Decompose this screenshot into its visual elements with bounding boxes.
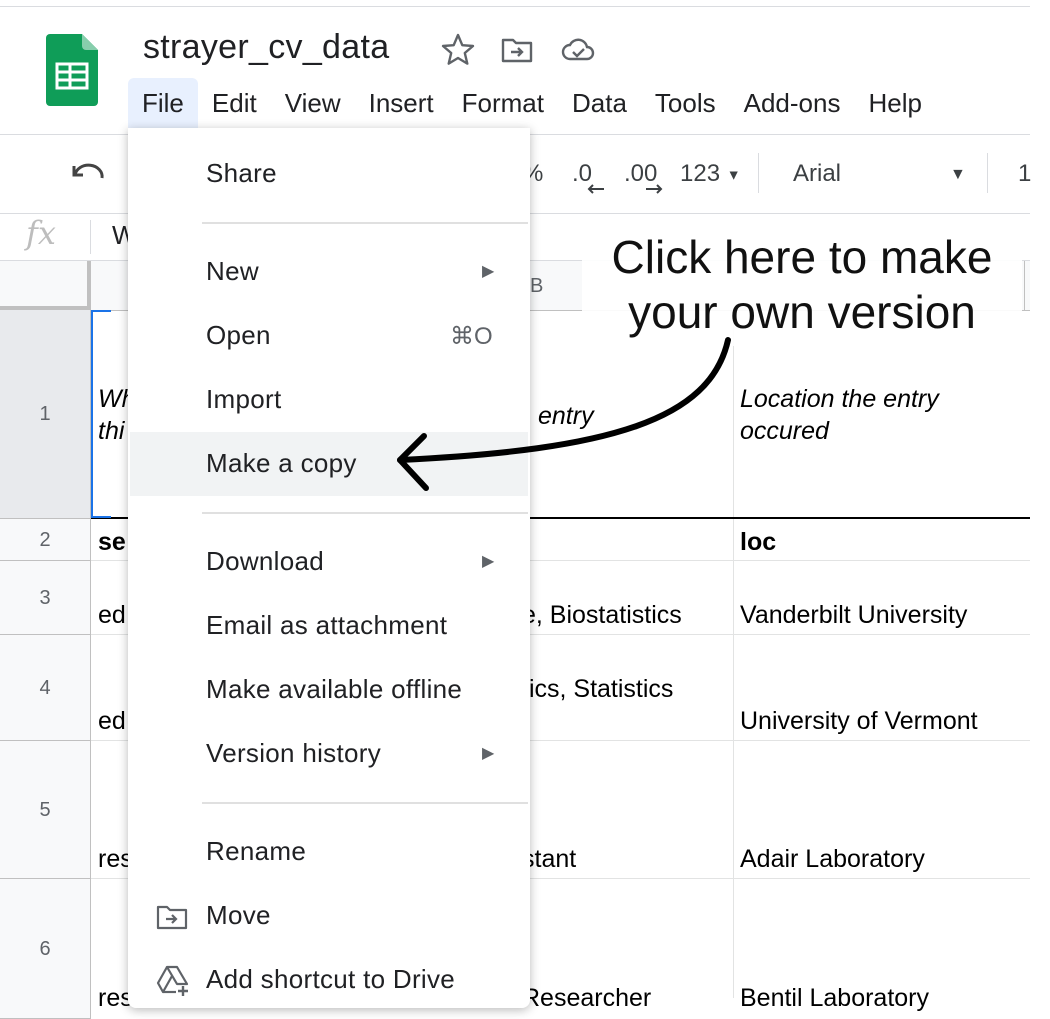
column-header-divider [1024, 261, 1025, 310]
menu-add-ons[interactable]: Add-ons [730, 78, 855, 128]
file-menu-dropdown [128, 128, 530, 1008]
row-header-5[interactable]: 5 [0, 741, 91, 879]
menu-format[interactable]: Format [448, 78, 558, 128]
menu-item-make-a-copy[interactable]: Make a copy [206, 448, 357, 479]
menu-item-make-available-offline[interactable]: Make available offline [206, 674, 462, 705]
undo-icon[interactable] [70, 162, 106, 186]
cell-b6[interactable]: Researcher [522, 984, 651, 1013]
submenu-arrow-icon: ▶ [482, 553, 495, 570]
top-border [0, 6, 1030, 7]
document-title[interactable]: strayer_cv_data [143, 28, 389, 67]
submenu-arrow-icon: ▶ [482, 745, 495, 762]
annotation-callout: Click here to make your own version [582, 226, 1022, 346]
menu-item-import[interactable]: Import [206, 384, 281, 415]
annotation-arrow-icon [397, 337, 731, 491]
cell-b4[interactable]: tics, Statistics [522, 675, 673, 704]
cell-a1-line2[interactable]: thi [98, 417, 124, 446]
increase-decimal-label: .00 [624, 160, 658, 187]
cell-c3[interactable]: Vanderbilt University [740, 601, 967, 630]
menu-divider [202, 512, 528, 514]
decrease-decimal-button[interactable]: .0 [572, 160, 604, 194]
menu-divider [202, 802, 528, 804]
cell-a3[interactable]: ed [98, 601, 126, 630]
annotation-line-1: Click here to make [611, 231, 993, 283]
arrow-left-icon [587, 184, 604, 194]
formula-bar-divider [90, 220, 91, 254]
toolbar-divider [758, 153, 759, 193]
menu-item-share[interactable]: Share [206, 158, 277, 189]
cell-c1-line2[interactable]: occured [740, 417, 829, 446]
arrow-right-icon [646, 184, 663, 194]
menu-data[interactable]: Data [558, 78, 641, 128]
menu-edit[interactable]: Edit [198, 78, 271, 128]
dropdown-caret-icon: ▼ [726, 166, 741, 183]
menu-divider [202, 222, 528, 224]
cell-c4[interactable]: University of Vermont [740, 707, 978, 736]
menu-view[interactable]: View [271, 78, 355, 128]
cloud-saved-icon[interactable] [560, 32, 596, 68]
cell-b5[interactable]: stant [522, 845, 576, 874]
row-header-2[interactable]: 2 [0, 519, 91, 561]
menu-item-move[interactable]: Move [206, 900, 271, 931]
menu-item-open[interactable]: Open [206, 320, 271, 351]
submenu-arrow-icon: ▶ [482, 263, 495, 280]
font-family-select[interactable]: Arial [793, 160, 841, 188]
font-size-input[interactable]: 1 [1018, 160, 1031, 188]
move-folder-icon [156, 905, 188, 930]
menu-help[interactable]: Help [854, 78, 935, 128]
drive-shortcut-icon [156, 965, 189, 996]
select-all-corner[interactable] [0, 261, 91, 310]
move-folder-icon[interactable] [499, 32, 535, 68]
row-header-4[interactable]: 4 [0, 635, 91, 741]
decrease-decimal-label: .0 [572, 160, 593, 187]
selected-cell-a1[interactable] [91, 310, 111, 518]
column-header-b[interactable]: B [530, 275, 543, 298]
cell-c1-line1[interactable]: Location the entry [740, 385, 939, 414]
sheets-logo-icon[interactable] [46, 34, 98, 106]
menu-insert[interactable]: Insert [355, 78, 448, 128]
menu-item-new[interactable]: New [206, 256, 259, 287]
row-header-6[interactable]: 6 [0, 879, 91, 1019]
menu-item-email-as-attachment[interactable]: Email as attachment [206, 610, 447, 641]
number-format-button[interactable]: 123 ▼ [680, 160, 741, 188]
menu-item-version-history[interactable]: Version history [206, 738, 381, 769]
menu-bar: File Edit View Insert Format Data Tools … [128, 78, 936, 128]
row-header-1[interactable]: 1 [0, 310, 91, 519]
menu-item-add-shortcut-to-drive[interactable]: Add shortcut to Drive [206, 964, 455, 995]
menu-item-download[interactable]: Download [206, 546, 324, 577]
cell-a4[interactable]: ed [98, 707, 126, 736]
cell-b3[interactable]: e, Biostatistics [522, 601, 682, 630]
cell-c2[interactable]: loc [740, 528, 776, 557]
increase-decimal-button[interactable]: .00 [624, 160, 663, 194]
star-icon[interactable] [440, 32, 476, 68]
cell-a2[interactable]: se [98, 528, 126, 557]
fx-icon: fx [26, 214, 56, 252]
menu-tools[interactable]: Tools [641, 78, 730, 128]
cell-c5[interactable]: Adair Laboratory [740, 845, 925, 874]
font-dropdown-caret-icon[interactable]: ▼ [950, 166, 966, 184]
cell-c6[interactable]: Bentil Laboratory [740, 984, 929, 1013]
toolbar-divider [987, 153, 988, 193]
menu-item-rename[interactable]: Rename [206, 836, 306, 867]
number-format-label: 123 [680, 160, 721, 187]
row-header-3[interactable]: 3 [0, 561, 91, 635]
menu-file[interactable]: File [128, 78, 198, 128]
